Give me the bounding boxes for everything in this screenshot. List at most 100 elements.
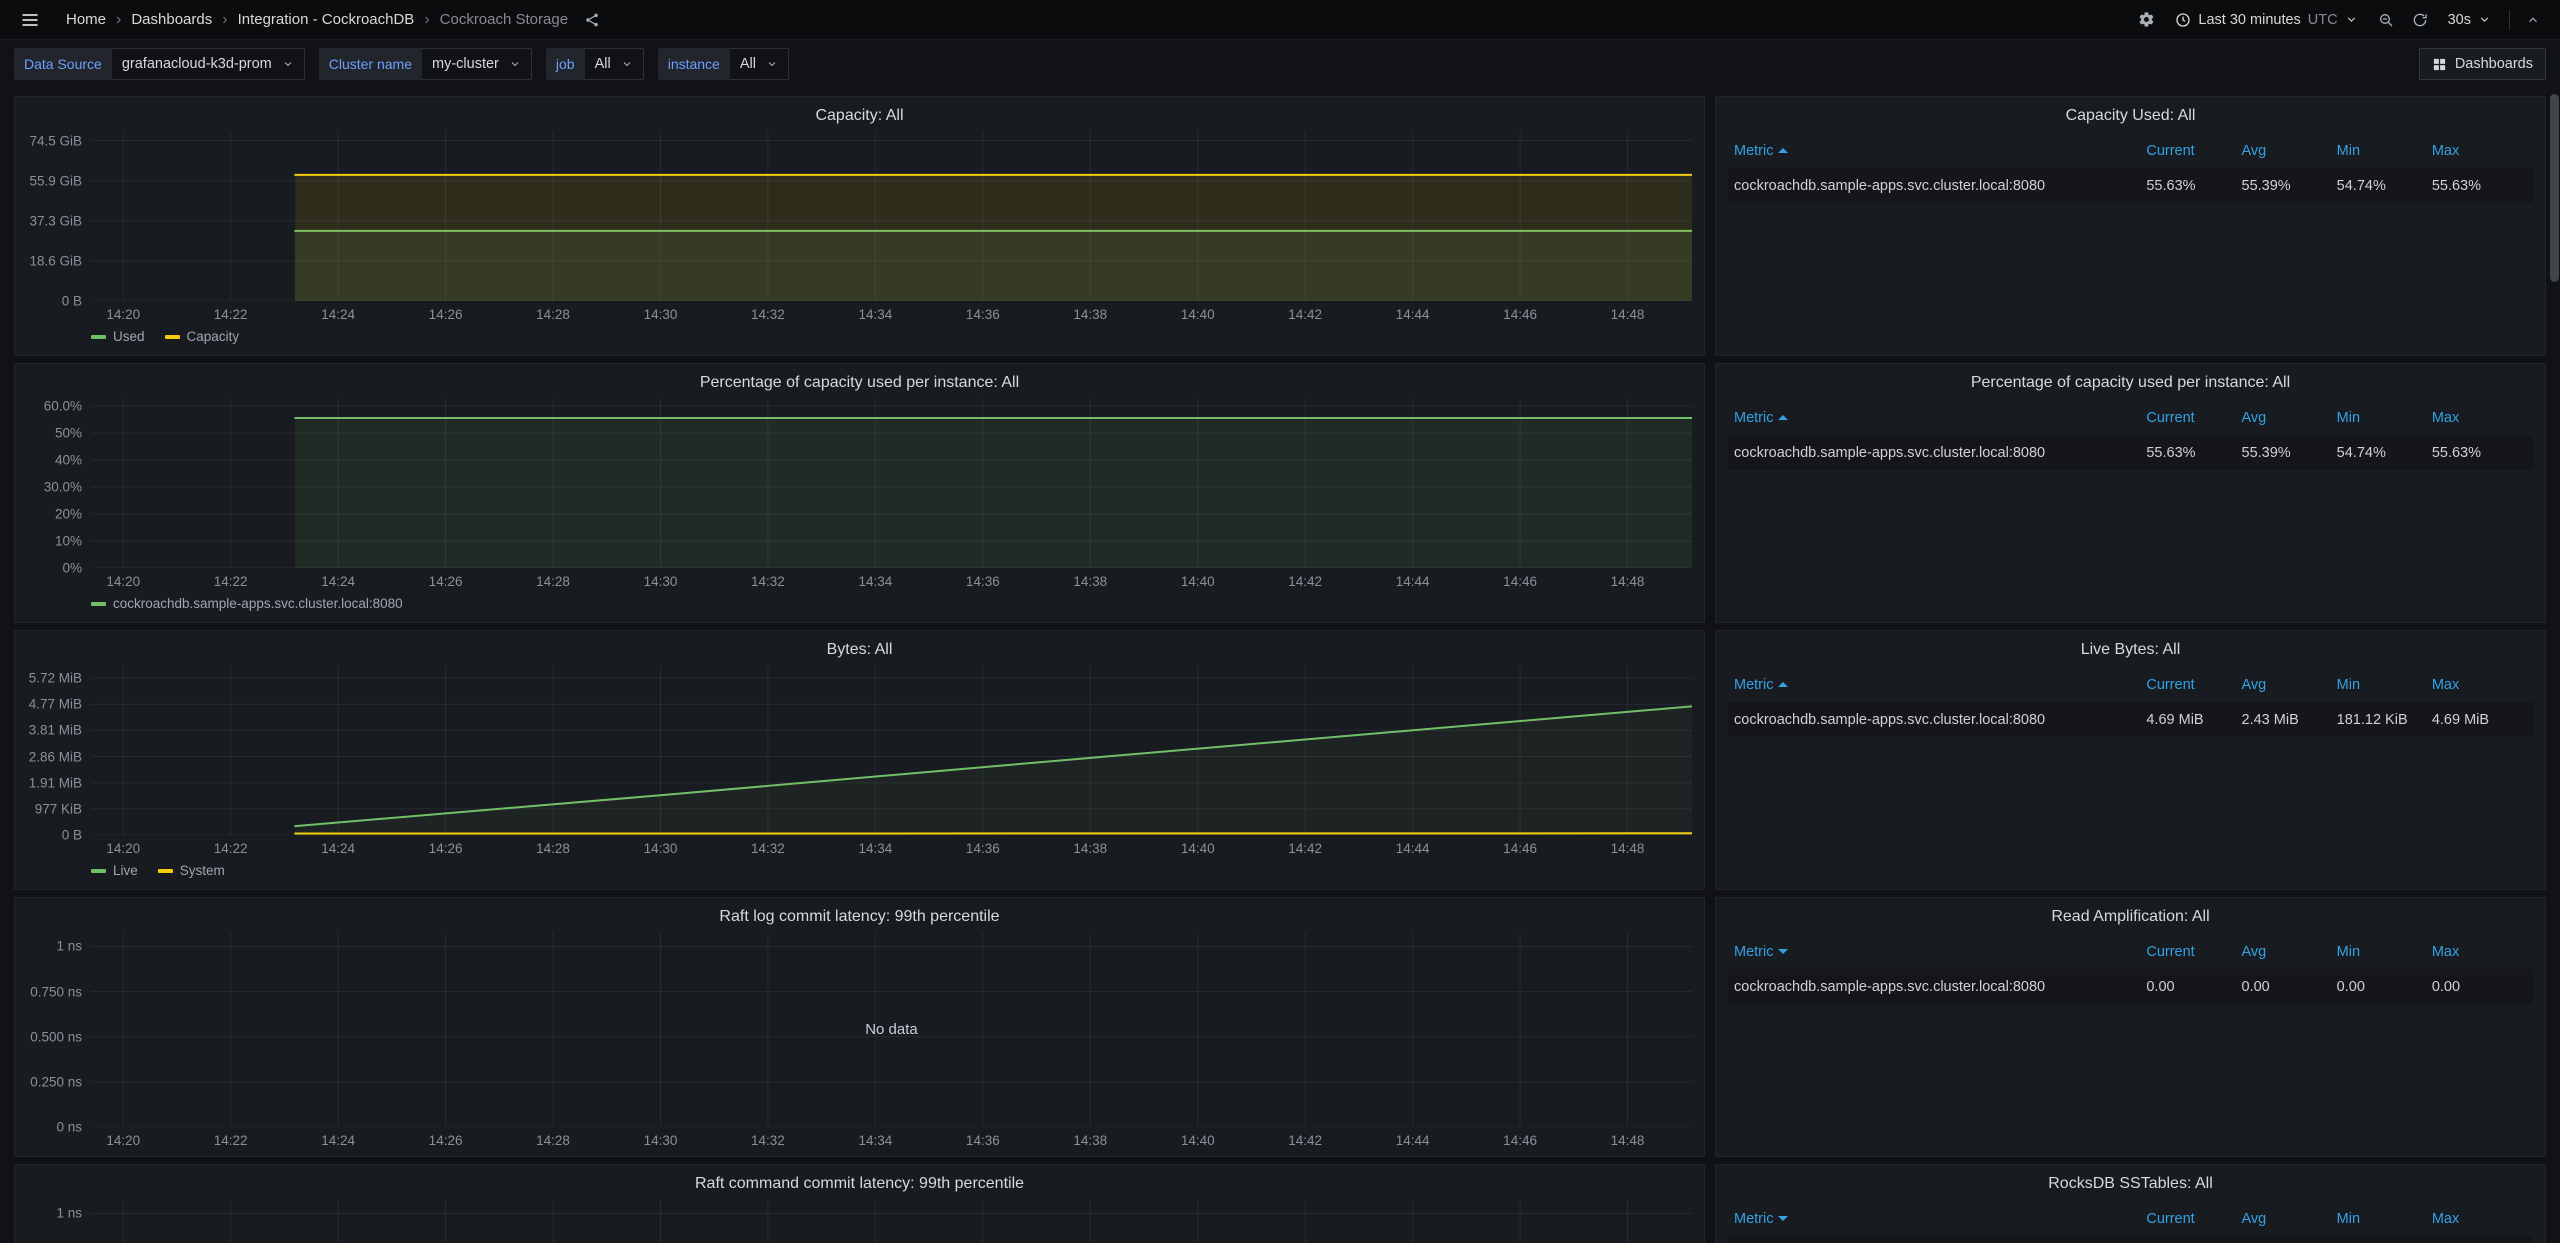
plot-area[interactable]: No data: [91, 1199, 1692, 1243]
cluster-select[interactable]: my-cluster: [422, 48, 532, 80]
panel-title[interactable]: Capacity Used: All: [1728, 104, 2533, 131]
column-header-max[interactable]: Max: [2432, 143, 2527, 159]
scrollbar-thumb[interactable]: [2550, 94, 2559, 282]
menu-toggle-icon[interactable]: [14, 6, 46, 34]
panel-title[interactable]: Capacity: All: [27, 104, 1692, 131]
plot-area[interactable]: [91, 665, 1692, 835]
column-header-current[interactable]: Current: [2146, 944, 2241, 960]
column-header-metric[interactable]: Metric: [1734, 143, 2146, 159]
panel-title[interactable]: Live Bytes: All: [1728, 638, 2533, 665]
plot-area[interactable]: [91, 131, 1692, 301]
column-header-max[interactable]: Max: [2432, 1211, 2527, 1227]
refresh-icon[interactable]: [2406, 8, 2434, 32]
column-header-avg[interactable]: Avg: [2242, 410, 2337, 426]
panel-title[interactable]: Percentage of capacity used per instance…: [27, 371, 1692, 398]
legend-series-color: [165, 335, 180, 339]
cell-min: 54.74%: [2337, 445, 2432, 461]
breadcrumb-folder[interactable]: Integration - CockroachDB: [238, 11, 415, 28]
sort-caret-icon: [1778, 148, 1788, 153]
time-range-picker[interactable]: Last 30 minutes UTC: [2167, 7, 2365, 33]
legend-item[interactable]: Live: [91, 863, 138, 878]
column-header-current[interactable]: Current: [2146, 410, 2241, 426]
column-header-avg[interactable]: Avg: [2242, 143, 2337, 159]
table-header: Metric Current Avg Min Max: [1728, 1201, 2533, 1236]
zoom-out-time-icon[interactable]: [2372, 8, 2400, 32]
column-header-max[interactable]: Max: [2432, 677, 2527, 693]
time-series-chart[interactable]: 0 B977 KiB1.91 MiB2.86 MiB3.81 MiB4.77 M…: [27, 665, 1692, 835]
legend-item[interactable]: cockroachdb.sample-apps.svc.cluster.loca…: [91, 596, 403, 611]
time-series-chart[interactable]: 0 ns0.250 ns0.500 ns0.750 ns1 ns No data: [27, 1199, 1692, 1243]
job-select[interactable]: All: [585, 48, 644, 80]
dashboards-button[interactable]: Dashboards: [2419, 48, 2546, 80]
refresh-interval-picker[interactable]: 30s: [2440, 7, 2499, 33]
plot-area[interactable]: [91, 398, 1692, 568]
share-icon[interactable]: [578, 8, 606, 32]
nav-right: Last 30 minutes UTC 30s: [2132, 7, 2546, 33]
column-header-current[interactable]: Current: [2146, 677, 2241, 693]
cell-metric: cockroachdb.sample-apps.svc.cluster.loca…: [1734, 712, 2146, 728]
panel-title[interactable]: Raft command commit latency: 99th percen…: [27, 1172, 1692, 1199]
time-series-chart[interactable]: 0%10%20%30.0%40%50%60.0%: [27, 398, 1692, 568]
column-header-avg[interactable]: Avg: [2242, 944, 2337, 960]
panel-capacity-percentage: Percentage of capacity used per instance…: [14, 363, 1705, 623]
breadcrumb-dashboards[interactable]: Dashboards: [131, 11, 212, 28]
column-header-max[interactable]: Max: [2432, 944, 2527, 960]
column-header-current[interactable]: Current: [2146, 143, 2241, 159]
column-header-metric[interactable]: Metric: [1734, 677, 2146, 693]
time-series-chart[interactable]: 0 B18.6 GiB37.3 GiB55.9 GiB74.5 GiB: [27, 131, 1692, 301]
collapse-up-icon[interactable]: [2520, 9, 2546, 31]
datasource-select[interactable]: grafanacloud-k3d-prom: [112, 48, 305, 80]
x-tick-label: 14:38: [1073, 841, 1107, 856]
column-header-min[interactable]: Min: [2337, 677, 2432, 693]
dashboard-settings-gear-icon[interactable]: [2132, 7, 2161, 32]
x-axis: 14:2014:2214:2414:2614:2814:3014:3214:34…: [91, 568, 1692, 591]
breadcrumb-home[interactable]: Home: [66, 11, 106, 28]
time-series-chart[interactable]: 0 ns0.250 ns0.500 ns0.750 ns1 ns No data: [27, 932, 1692, 1127]
panel-title[interactable]: RocksDB SSTables: All: [1728, 1172, 2533, 1199]
legend-item[interactable]: System: [158, 863, 225, 878]
column-header-metric[interactable]: Metric: [1734, 410, 2146, 426]
table-header: Metric Current Avg Min Max: [1728, 667, 2533, 702]
column-header-avg[interactable]: Avg: [2242, 677, 2337, 693]
x-tick-label: 14:28: [536, 841, 570, 856]
panel-title[interactable]: Raft log commit latency: 99th percentile: [27, 905, 1692, 932]
table-row[interactable]: cockroachdb.sample-apps.svc.cluster.loca…: [1728, 435, 2533, 470]
legend-series-color: [158, 869, 173, 873]
plot-area[interactable]: No data: [91, 932, 1692, 1127]
x-tick-label: 14:22: [214, 307, 248, 322]
column-header-max[interactable]: Max: [2432, 410, 2527, 426]
legend-item[interactable]: Capacity: [165, 329, 240, 344]
column-header-min[interactable]: Min: [2337, 944, 2432, 960]
page-scrollbar[interactable]: [2550, 90, 2559, 1243]
plot-svg: [91, 932, 1692, 1127]
panel-capacity: Capacity: All 0 B18.6 GiB37.3 GiB55.9 Gi…: [14, 96, 1705, 356]
x-tick-label: 14:32: [751, 1133, 785, 1148]
x-tick-label: 14:48: [1611, 574, 1645, 589]
variable-instance: instance All: [658, 48, 789, 80]
panel-rocksdb-sstables-table: RocksDB SSTables: All Metric Current Avg…: [1715, 1164, 2546, 1243]
panel-title[interactable]: Bytes: All: [27, 638, 1692, 665]
instance-select[interactable]: All: [730, 48, 789, 80]
column-header-min[interactable]: Min: [2337, 143, 2432, 159]
column-header-min[interactable]: Min: [2337, 410, 2432, 426]
cell-metric: cockroachdb.sample-apps.svc.cluster.loca…: [1734, 178, 2146, 194]
column-header-metric[interactable]: Metric: [1734, 944, 2146, 960]
table-row[interactable]: cockroachdb.sample-apps.svc.cluster.loca…: [1728, 702, 2533, 737]
x-tick-label: 14:36: [966, 307, 1000, 322]
x-tick-label: 14:48: [1611, 841, 1645, 856]
cell-min: 0.00: [2337, 979, 2432, 995]
table-row[interactable]: cockroachdb.sample-apps.svc.cluster.loca…: [1728, 969, 2533, 1004]
column-header-current[interactable]: Current: [2146, 1211, 2241, 1227]
cell-avg: 0.00: [2242, 979, 2337, 995]
table-row[interactable]: cockroachdb.sample-apps.svc.cluster.loca…: [1728, 1236, 2533, 1243]
panel-title[interactable]: Percentage of capacity used per instance…: [1728, 371, 2533, 398]
column-header-avg[interactable]: Avg: [2242, 1211, 2337, 1227]
panel-title[interactable]: Read Amplification: All: [1728, 905, 2533, 932]
plot-svg: [91, 1199, 1692, 1243]
x-tick-label: 14:20: [106, 841, 140, 856]
column-header-min[interactable]: Min: [2337, 1211, 2432, 1227]
legend-item[interactable]: Used: [91, 329, 145, 344]
table-row[interactable]: cockroachdb.sample-apps.svc.cluster.loca…: [1728, 168, 2533, 203]
column-header-metric[interactable]: Metric: [1734, 1211, 2146, 1227]
y-tick-label: 50%: [55, 426, 82, 441]
